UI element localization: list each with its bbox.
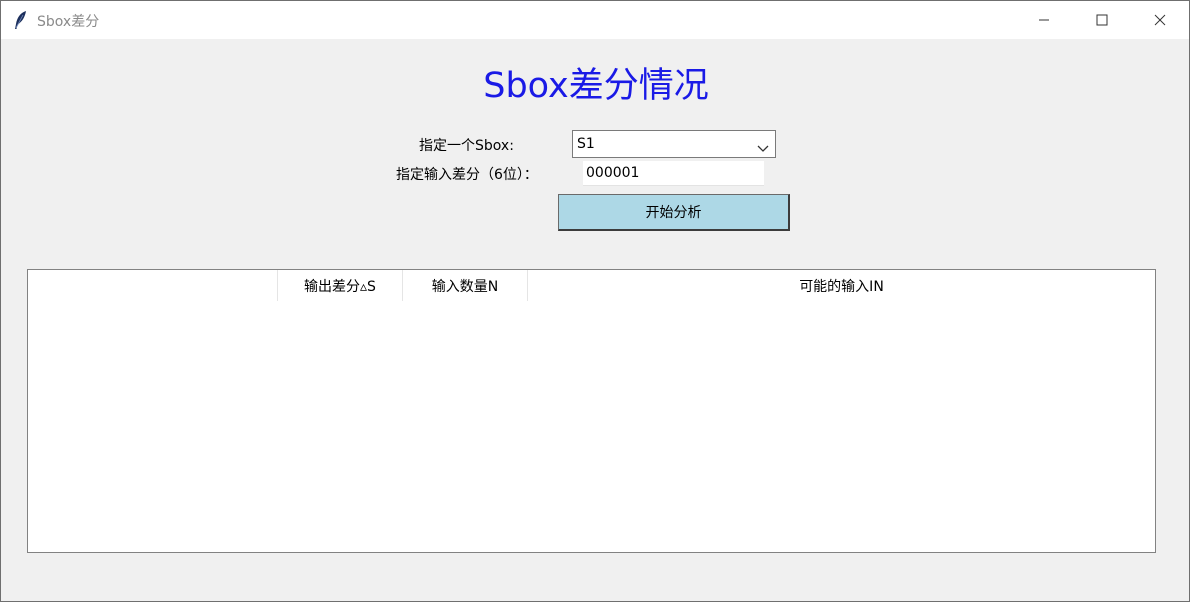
minimize-button[interactable] — [1015, 1, 1073, 39]
input-diff-label: 指定输入差分（6位）： — [396, 167, 538, 183]
page-title: Sbox差分情况 — [483, 66, 709, 106]
title-bar: Sbox差分 — [1, 1, 1189, 39]
maximize-icon — [1096, 11, 1108, 30]
start-analysis-button[interactable]: 开始分析 — [558, 194, 790, 231]
sbox-select-value: S1 — [577, 136, 595, 152]
table-header: 输出差分▵S 输入数量N 可能的输入IN — [28, 270, 1155, 301]
sbox-label: 指定一个Sbox: — [419, 138, 514, 154]
app-window: Sbox差分 Sbox差分情况 指定一个Sbox: S1 指定输入差分（6位）：… — [0, 0, 1190, 602]
results-table[interactable]: 输出差分▵S 输入数量N 可能的输入IN — [27, 269, 1156, 553]
window-title: Sbox差分 — [37, 14, 100, 30]
column-header-input-count[interactable]: 输入数量N — [403, 270, 528, 301]
column-header-possible-inputs[interactable]: 可能的输入IN — [528, 270, 1155, 301]
column-header-output-diff[interactable]: 输出差分▵S — [278, 270, 403, 301]
close-icon — [1154, 11, 1166, 30]
close-button[interactable] — [1131, 1, 1189, 39]
feather-icon — [13, 10, 29, 30]
sbox-select[interactable]: S1 — [572, 130, 776, 158]
column-header-tree[interactable] — [28, 270, 278, 301]
input-diff-field[interactable] — [583, 161, 764, 186]
maximize-button[interactable] — [1073, 1, 1131, 39]
chevron-down-icon[interactable] — [757, 139, 769, 152]
minimize-icon — [1038, 11, 1050, 30]
